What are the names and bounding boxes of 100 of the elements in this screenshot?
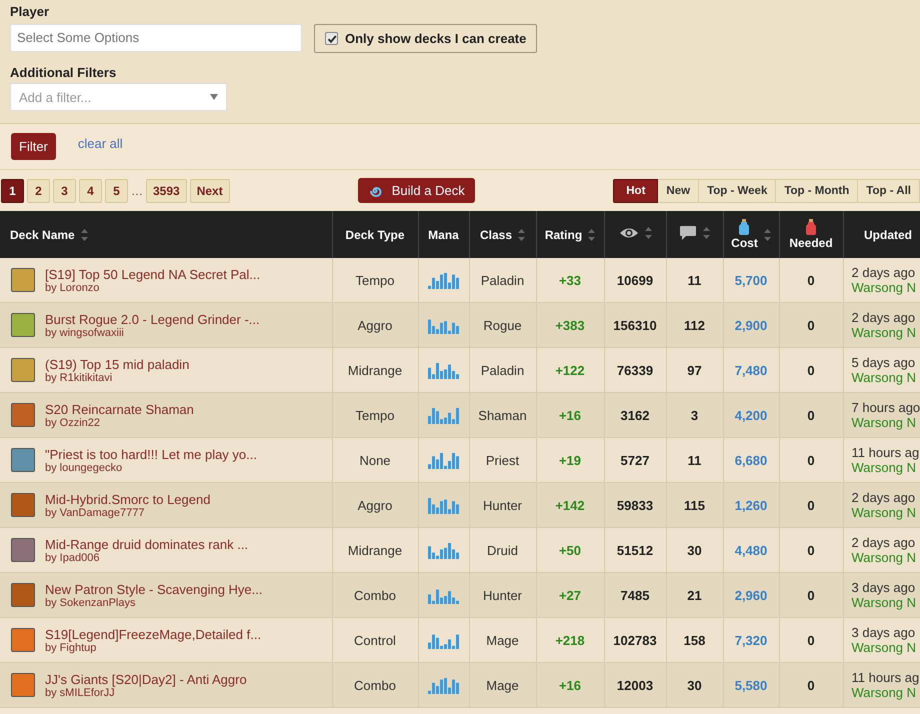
column-header[interactable]: Rating bbox=[536, 211, 604, 258]
updated-time: 5 days ago bbox=[852, 355, 916, 370]
column-header[interactable] bbox=[666, 211, 723, 258]
page-button[interactable]: 1 bbox=[1, 178, 24, 202]
table-cell: Control bbox=[332, 618, 418, 662]
sort-tab[interactable]: Top - Month bbox=[776, 178, 858, 202]
page-button[interactable]: 3593 bbox=[146, 178, 187, 202]
table-cell: 11 bbox=[666, 258, 723, 302]
table-cell: 10699 bbox=[604, 258, 666, 302]
filter-button[interactable]: Filter bbox=[11, 133, 56, 160]
page-button[interactable]: 2 bbox=[27, 178, 50, 202]
table-cell: +33 bbox=[536, 258, 604, 302]
caret-icon bbox=[210, 94, 218, 100]
updated-time: 11 hours ag bbox=[852, 445, 920, 460]
table-cell: +218 bbox=[536, 618, 604, 662]
table-cell: 3162 bbox=[604, 392, 666, 438]
page-button[interactable]: 4 bbox=[79, 178, 102, 202]
page-button[interactable]: 3 bbox=[53, 178, 76, 202]
deck-name-link[interactable]: "Priest is too hard!!! Let me play yo... bbox=[45, 446, 257, 462]
table-cell: 30 bbox=[666, 528, 723, 572]
column-header[interactable]: Class bbox=[469, 211, 536, 258]
column-header[interactable]: Needed bbox=[779, 211, 843, 258]
updated-time: 3 days ago bbox=[852, 625, 916, 640]
checkbox[interactable] bbox=[325, 32, 338, 45]
table-cell: 7,480 bbox=[723, 348, 779, 392]
table-cell: 0 bbox=[779, 302, 843, 348]
updated-time: 2 days ago bbox=[852, 490, 916, 505]
author-byline: by wingsofwaxiii bbox=[45, 326, 125, 338]
field-label: Player bbox=[10, 4, 50, 19]
player-select-field[interactable]: Select Some Options bbox=[10, 24, 302, 52]
table-cell: Priest bbox=[469, 438, 536, 482]
table-cell: +383 bbox=[536, 302, 604, 348]
table-cell: 11 bbox=[666, 438, 723, 482]
table-cell: 12003 bbox=[604, 662, 666, 708]
table-cell: 97 bbox=[666, 348, 723, 392]
table-cell: Hunter bbox=[469, 482, 536, 528]
column-header[interactable]: Mana bbox=[418, 211, 469, 258]
table-cell: 51512 bbox=[604, 528, 666, 572]
only-creatable-toggle[interactable]: Only show decks I can create bbox=[314, 24, 538, 53]
table-cell: 0 bbox=[779, 618, 843, 662]
column-header[interactable]: Updated bbox=[843, 211, 920, 258]
table-cell: 0 bbox=[779, 348, 843, 392]
deck-name-link[interactable]: Mid-Hybrid.Smorc to Legend bbox=[45, 492, 210, 506]
clear-all-link[interactable]: clear all bbox=[78, 136, 123, 151]
deck-name-link[interactable]: New Patron Style - Scavenging Hye... bbox=[45, 582, 262, 596]
table-cell: Tempo bbox=[332, 258, 418, 302]
table-cell: 7485 bbox=[604, 572, 666, 618]
next-button[interactable]: Next bbox=[190, 178, 230, 202]
table-cell: 76339 bbox=[604, 348, 666, 392]
column-header[interactable] bbox=[604, 211, 666, 258]
deck-name-link[interactable]: Burst Rogue 2.0 - Legend Grinder -... bbox=[45, 312, 260, 326]
table-cell: Aggro bbox=[332, 482, 418, 528]
sort-tab[interactable]: Top - Week bbox=[699, 178, 776, 202]
table-cell: Mage bbox=[469, 618, 536, 662]
table-cell: 5,580 bbox=[723, 662, 779, 708]
checkbox-label: Only show decks I can create bbox=[345, 31, 526, 46]
table-cell: 102783 bbox=[604, 618, 666, 662]
table-cell: Mage bbox=[469, 662, 536, 708]
updated-time: 2 days ago bbox=[852, 535, 916, 550]
table-cell: Paladin bbox=[469, 258, 536, 302]
table-cell: 4,480 bbox=[723, 528, 779, 572]
updated-time: 7 hours ago bbox=[852, 400, 920, 415]
table-cell: 5727 bbox=[604, 438, 666, 482]
updated-time: 2 days ago bbox=[852, 265, 916, 280]
deck-name-link[interactable]: [S19] Top 50 Legend NA Secret Pal... bbox=[45, 266, 260, 282]
sort-tab[interactable]: Hot bbox=[613, 178, 658, 202]
author-byline: by Ozzin22 bbox=[45, 416, 102, 428]
page-button[interactable]: 5 bbox=[105, 178, 128, 202]
deck-name-link[interactable]: (S19) Top 15 mid paladin bbox=[45, 356, 190, 372]
author-byline: by R1kitikitavi bbox=[45, 372, 114, 384]
table-cell: 156310 bbox=[604, 302, 666, 348]
table-cell: Combo bbox=[332, 662, 418, 708]
table-cell: +142 bbox=[536, 482, 604, 528]
sort-tab[interactable]: New bbox=[658, 178, 700, 202]
table-cell: 112 bbox=[666, 302, 723, 348]
table-cell: 1,260 bbox=[723, 482, 779, 528]
sort-tab[interactable]: Top - All bbox=[858, 178, 920, 202]
field-label: Additional Filters bbox=[10, 65, 118, 80]
table-cell: 6,680 bbox=[723, 438, 779, 482]
table-cell: +27 bbox=[536, 572, 604, 618]
table-cell: 4,200 bbox=[723, 392, 779, 438]
deck-name-link[interactable]: Mid-Range druid dominates rank ... bbox=[45, 536, 248, 552]
table-cell: Midrange bbox=[332, 528, 418, 572]
deck-name-link[interactable]: S20 Reincarnate Shaman bbox=[45, 402, 194, 416]
ellipsis: … bbox=[131, 184, 143, 198]
table-cell: Midrange bbox=[332, 348, 418, 392]
table-cell: 0 bbox=[779, 482, 843, 528]
deck-name-link[interactable]: JJ's Giants [S20|Day2] - Anti Aggro bbox=[45, 672, 247, 686]
deck-name-link[interactable]: S19[Legend]FreezeMage,Detailed f... bbox=[45, 626, 262, 642]
author-byline: by Ipad006 bbox=[45, 552, 100, 564]
author-byline: by SokenzanPlays bbox=[45, 596, 136, 608]
table-cell: 30 bbox=[666, 662, 723, 708]
table-cell: Rogue bbox=[469, 302, 536, 348]
table-cell: Druid bbox=[469, 528, 536, 572]
author-byline: by Loronzo bbox=[45, 282, 100, 294]
build-deck-button[interactable]: Build a Deck bbox=[358, 178, 475, 203]
column-header[interactable]: Deck Type bbox=[332, 211, 418, 258]
column-header[interactable]: Deck Name bbox=[0, 211, 332, 258]
column-header[interactable]: Cost bbox=[723, 211, 779, 258]
table-cell: 0 bbox=[779, 392, 843, 438]
